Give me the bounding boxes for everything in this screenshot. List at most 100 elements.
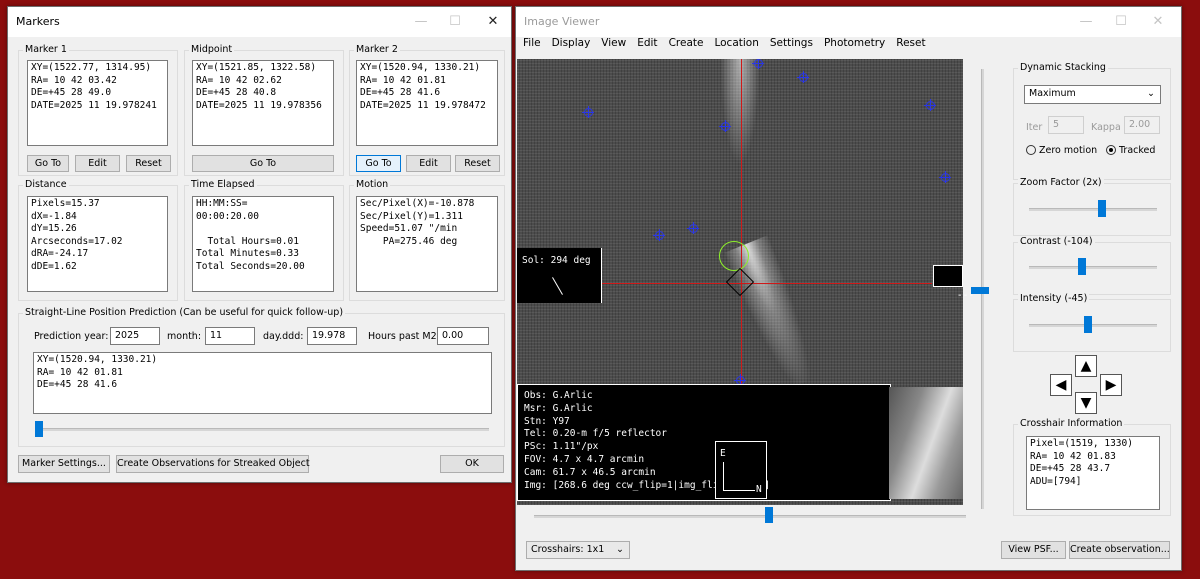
marker-settings-button[interactable]: Marker Settings... (18, 455, 110, 473)
star-marker (582, 106, 594, 118)
marker1-label: Marker 1 (23, 44, 69, 55)
intensity-slider-thumb[interactable] (1084, 316, 1092, 333)
tracked-radio[interactable] (1106, 145, 1116, 155)
prediction-hours-input[interactable]: 0.00 (437, 327, 489, 345)
menu-display[interactable]: Display (552, 37, 591, 49)
motion-text[interactable]: Sec/Pixel(X)=-10.878 Sec/Pixel(Y)=1.311 … (356, 196, 498, 292)
prediction-group: Straight-Line Position Prediction (Can b… (18, 307, 505, 447)
viewer-title: Image Viewer (524, 15, 600, 28)
menu-settings[interactable]: Settings (770, 37, 813, 49)
stacking-label: Dynamic Stacking (1018, 62, 1108, 73)
midpoint-label: Midpoint (189, 44, 235, 55)
marker1-goto-button[interactable]: Go To (27, 155, 69, 172)
motion-group: Motion Sec/Pixel(X)=-10.878 Sec/Pixel(Y)… (349, 179, 505, 301)
create-observation-button[interactable]: Create observation... (1069, 541, 1170, 559)
pan-up-button[interactable]: ▲ (1075, 355, 1097, 377)
view-psf-button[interactable]: View PSF... (1001, 541, 1066, 559)
marker1-reset-button[interactable]: Reset (126, 155, 171, 172)
menu-bar: File Display View Edit Create Location Setting… (523, 37, 937, 55)
prediction-slider-track (37, 428, 489, 431)
menu-edit[interactable]: Edit (637, 37, 657, 49)
viewer-maximize-icon[interactable]: ☐ (1106, 11, 1136, 33)
star-marker (653, 229, 665, 241)
marker2-group: Marker 2 XY=(1520.94, 1330.21) RA= 10 42… (349, 44, 505, 176)
ok-button[interactable]: OK (440, 455, 504, 473)
stacking-group: Dynamic Stacking Maximum ⌄ Iter 5 Kappa … (1013, 62, 1171, 180)
marker1-edit-button[interactable]: Edit (75, 155, 120, 172)
prediction-year-input[interactable]: 2025 (110, 327, 160, 345)
bottom-slider-thumb[interactable] (765, 507, 773, 523)
distance-text[interactable]: Pixels=15.37 dX=-1.84 dY=15.26 Arcsecond… (27, 196, 168, 292)
stacking-mode-select[interactable]: Maximum ⌄ (1024, 85, 1161, 104)
prediction-day-input[interactable]: 19.978 (307, 327, 357, 345)
sol-label: Sol: 294 deg (522, 255, 591, 266)
chevron-down-icon: ⌄ (616, 544, 624, 555)
prediction-hours-label: Hours past M2: (368, 331, 440, 342)
zoom-group: Zoom Factor (2x) (1013, 177, 1171, 236)
prediction-year-label: Prediction year: (34, 331, 109, 342)
prediction-slider-thumb[interactable] (35, 421, 43, 437)
marker2-reset-button[interactable]: Reset (455, 155, 500, 172)
maximize-icon[interactable]: ☐ (440, 11, 470, 33)
kappa-input[interactable]: 2.00 (1124, 116, 1160, 134)
prediction-result-text[interactable]: XY=(1520.94, 1330.21) RA= 10 42 01.81 DE… (33, 352, 492, 414)
crosshair-vertical (741, 59, 742, 389)
prediction-label: Straight-Line Position Prediction (Can b… (23, 307, 346, 318)
crosshairs-select[interactable]: Crosshairs: 1x1 ⌄ (526, 541, 630, 559)
contrast-slider-track (1029, 266, 1157, 269)
vertical-slider-thumb[interactable] (971, 287, 989, 294)
menu-create[interactable]: Create (669, 37, 704, 49)
iter-input[interactable]: 5 (1048, 116, 1084, 134)
info-overlay: Obs: G.Arlic Msr: G.Arlic Stn: Y97 Tel: … (517, 384, 891, 501)
bottom-slider-track (534, 515, 966, 518)
time-text[interactable]: HH:MM:SS= 00:00:20.00 Total Hours=0.01 T… (192, 196, 334, 292)
zero-motion-radio[interactable] (1026, 145, 1036, 155)
intensity-label: Intensity (-45) (1018, 293, 1090, 304)
image-viewer-window: Image Viewer — ☐ ✕ File Display View Edit Cr… (515, 6, 1182, 571)
close-icon[interactable]: ✕ (478, 11, 508, 33)
create-streak-observations-button[interactable]: Create Observations for Streaked Object (116, 455, 310, 473)
menu-reset[interactable]: Reset (896, 37, 925, 49)
viewer-minimize-icon[interactable]: — (1071, 11, 1101, 33)
compass-vertical (723, 462, 724, 490)
viewer-close-icon[interactable]: ✕ (1143, 11, 1173, 33)
star-marker (939, 171, 951, 183)
compass-box: E N (715, 441, 767, 499)
marker2-edit-button[interactable]: Edit (406, 155, 451, 172)
pan-right-button[interactable]: ▶ (1100, 374, 1122, 396)
intensity-group: Intensity (-45) (1013, 293, 1171, 352)
marker2-goto-button[interactable]: Go To (356, 155, 401, 172)
viewer-titlebar: Image Viewer — ☐ ✕ (516, 7, 1181, 37)
menu-photometry[interactable]: Photometry (824, 37, 885, 49)
midpoint-text[interactable]: XY=(1521.85, 1322.58) RA= 10 42 02.62 DE… (192, 60, 334, 146)
marker1-text[interactable]: XY=(1522.77, 1314.95) RA= 10 42 03.42 DE… (27, 60, 168, 146)
midpoint-goto-button[interactable]: Go To (192, 155, 334, 172)
zoom-thumbnail (889, 387, 963, 499)
markers-window: Markers — ☐ ✕ Marker 1 XY=(1522.77, 1314… (7, 6, 512, 483)
minimize-icon[interactable]: — (406, 11, 436, 33)
chevron-down-icon: ⌄ (1147, 88, 1155, 99)
star-marker (924, 99, 936, 111)
zoom-slider-track (1029, 208, 1157, 211)
time-label: Time Elapsed (189, 179, 257, 190)
marker1-group: Marker 1 XY=(1522.77, 1314.95) RA= 10 42… (18, 44, 178, 176)
crosshair-info-text[interactable]: Pixel=(1519, 1330) RA= 10 42 01.83 DE=+4… (1026, 436, 1160, 510)
target-circle (719, 241, 749, 271)
menu-file[interactable]: File (523, 37, 541, 49)
sun-direction-arrow (552, 277, 563, 295)
distance-group: Distance Pixels=15.37 dX=-1.84 dY=15.26 … (18, 179, 178, 301)
contrast-slider-thumb[interactable] (1078, 258, 1086, 275)
menu-view[interactable]: View (601, 37, 626, 49)
pan-down-button[interactable]: ▼ (1075, 392, 1097, 414)
marker2-text[interactable]: XY=(1520.94, 1330.21) RA= 10 42 01.81 DE… (356, 60, 498, 146)
markers-titlebar: Markers — ☐ ✕ (8, 7, 511, 37)
prediction-month-input[interactable]: 11 (205, 327, 255, 345)
zoom-slider-thumb[interactable] (1098, 200, 1106, 217)
iter-label: Iter (1026, 122, 1043, 133)
pan-left-button[interactable]: ◀ (1050, 374, 1072, 396)
markers-title: Markers (16, 15, 60, 28)
contrast-group: Contrast (-104) (1013, 236, 1171, 295)
sol-overlay: Sol: 294 deg (517, 248, 602, 303)
menu-location[interactable]: Location (714, 37, 758, 49)
compass-east-label: E (720, 448, 726, 459)
